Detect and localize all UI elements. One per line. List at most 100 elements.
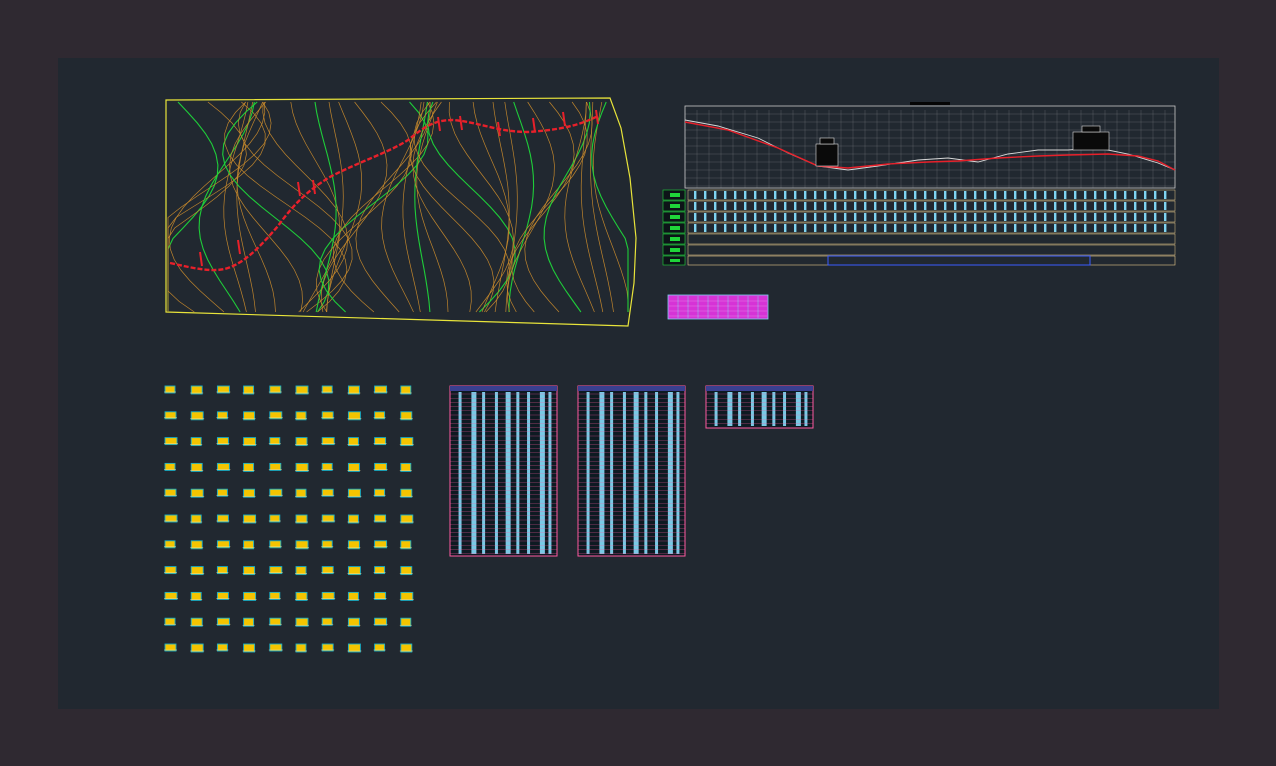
cross-section[interactable] [164,617,176,626]
cross-section[interactable] [373,540,388,549]
cross-section[interactable] [216,411,229,420]
cross-section[interactable] [268,566,283,575]
cross-section[interactable] [373,462,388,471]
cross-section[interactable] [190,566,205,576]
cross-section[interactable] [347,643,362,653]
drawing-canvas[interactable] [58,58,1219,709]
cross-section[interactable] [347,437,360,447]
cross-section[interactable] [373,591,387,600]
cross-section[interactable] [242,566,256,576]
cross-section[interactable] [321,643,335,652]
earthwork-tables[interactable] [449,385,814,557]
cross-section[interactable] [268,643,283,652]
cross-section[interactable] [399,437,414,447]
cross-section[interactable] [190,411,205,421]
cross-section[interactable] [268,462,282,471]
cross-section[interactable] [347,566,362,576]
cross-section[interactable] [164,540,176,549]
cross-section[interactable] [373,566,386,575]
cross-section[interactable] [347,411,362,421]
cross-section[interactable] [399,462,412,472]
cross-section[interactable] [321,566,335,575]
cross-section[interactable] [347,462,361,472]
cross-section[interactable] [216,566,229,575]
cross-section[interactable] [164,411,177,420]
cross-section[interactable] [399,591,414,601]
cross-section[interactable] [321,385,334,394]
cross-section[interactable] [373,411,386,420]
cross-section[interactable] [373,514,387,523]
cross-section[interactable] [190,385,204,395]
cross-section[interactable] [373,385,388,394]
cross-section[interactable] [216,385,231,394]
cross-section[interactable] [242,385,255,395]
cross-section[interactable] [373,437,387,446]
cross-section[interactable] [190,462,204,472]
cross-section[interactable] [164,437,178,446]
cross-section[interactable] [190,617,204,627]
cross-section[interactable] [295,643,307,653]
cross-section[interactable] [399,514,414,524]
cross-section[interactable] [268,617,282,626]
topographic-plan[interactable] [165,97,637,327]
cross-section[interactable] [373,643,386,652]
cross-section[interactable] [242,591,257,601]
cross-section[interactable] [347,617,361,627]
cross-section[interactable] [321,437,336,446]
cross-section[interactable] [399,617,412,627]
cross-section[interactable] [321,411,335,420]
cross-section[interactable] [295,591,308,601]
cross-section[interactable] [216,591,230,600]
cross-section[interactable] [347,488,362,498]
cross-section[interactable] [164,566,177,575]
cross-section[interactable] [399,488,413,498]
cross-section[interactable] [268,540,282,549]
cross-section[interactable] [268,514,281,523]
cross-section[interactable] [242,488,256,498]
cross-section[interactable] [321,617,334,626]
cross-section[interactable] [347,385,361,395]
cross-section[interactable] [373,617,388,626]
longitudinal-profile[interactable] [662,102,1176,266]
cross-section[interactable] [242,617,255,627]
cross-section[interactable] [347,514,360,524]
cross-section[interactable] [164,385,176,394]
cross-section[interactable] [399,385,412,395]
cross-section[interactable] [295,540,309,550]
cross-section[interactable] [164,643,177,652]
cross-section[interactable] [216,643,229,652]
cross-section[interactable] [321,488,335,497]
cross-section[interactable] [268,488,283,497]
cross-section[interactable] [268,385,282,394]
cross-section[interactable] [242,643,256,653]
cross-section[interactable] [242,437,257,447]
cross-section[interactable] [216,617,231,626]
cross-section[interactable] [242,411,256,421]
cross-section[interactable] [295,437,308,447]
cross-section[interactable] [216,462,231,471]
cross-section[interactable] [216,514,230,523]
cross-section[interactable] [216,540,231,549]
cross-section[interactable] [164,488,177,497]
cad-model-space[interactable] [58,58,1219,709]
earthwork-table[interactable] [705,385,814,429]
cross-section[interactable] [190,514,203,524]
cross-section[interactable] [399,643,413,653]
cross-section[interactable] [295,514,308,524]
cross-section[interactable] [190,591,203,601]
cross-section[interactable] [242,514,257,524]
cross-section[interactable] [190,488,205,498]
cross-section[interactable] [321,591,336,600]
legend-table[interactable] [667,294,769,320]
cross-section[interactable] [216,437,230,446]
cross-section[interactable] [321,462,334,471]
cross-section[interactable] [216,488,229,497]
cross-section[interactable] [268,591,281,600]
cross-section[interactable] [295,411,307,421]
cross-section[interactable] [295,385,309,395]
cross-section[interactable] [295,488,307,498]
cross-section[interactable] [347,591,360,601]
cross-section[interactable] [190,437,203,447]
cross-section[interactable] [399,411,413,421]
cross-section[interactable] [295,617,309,627]
